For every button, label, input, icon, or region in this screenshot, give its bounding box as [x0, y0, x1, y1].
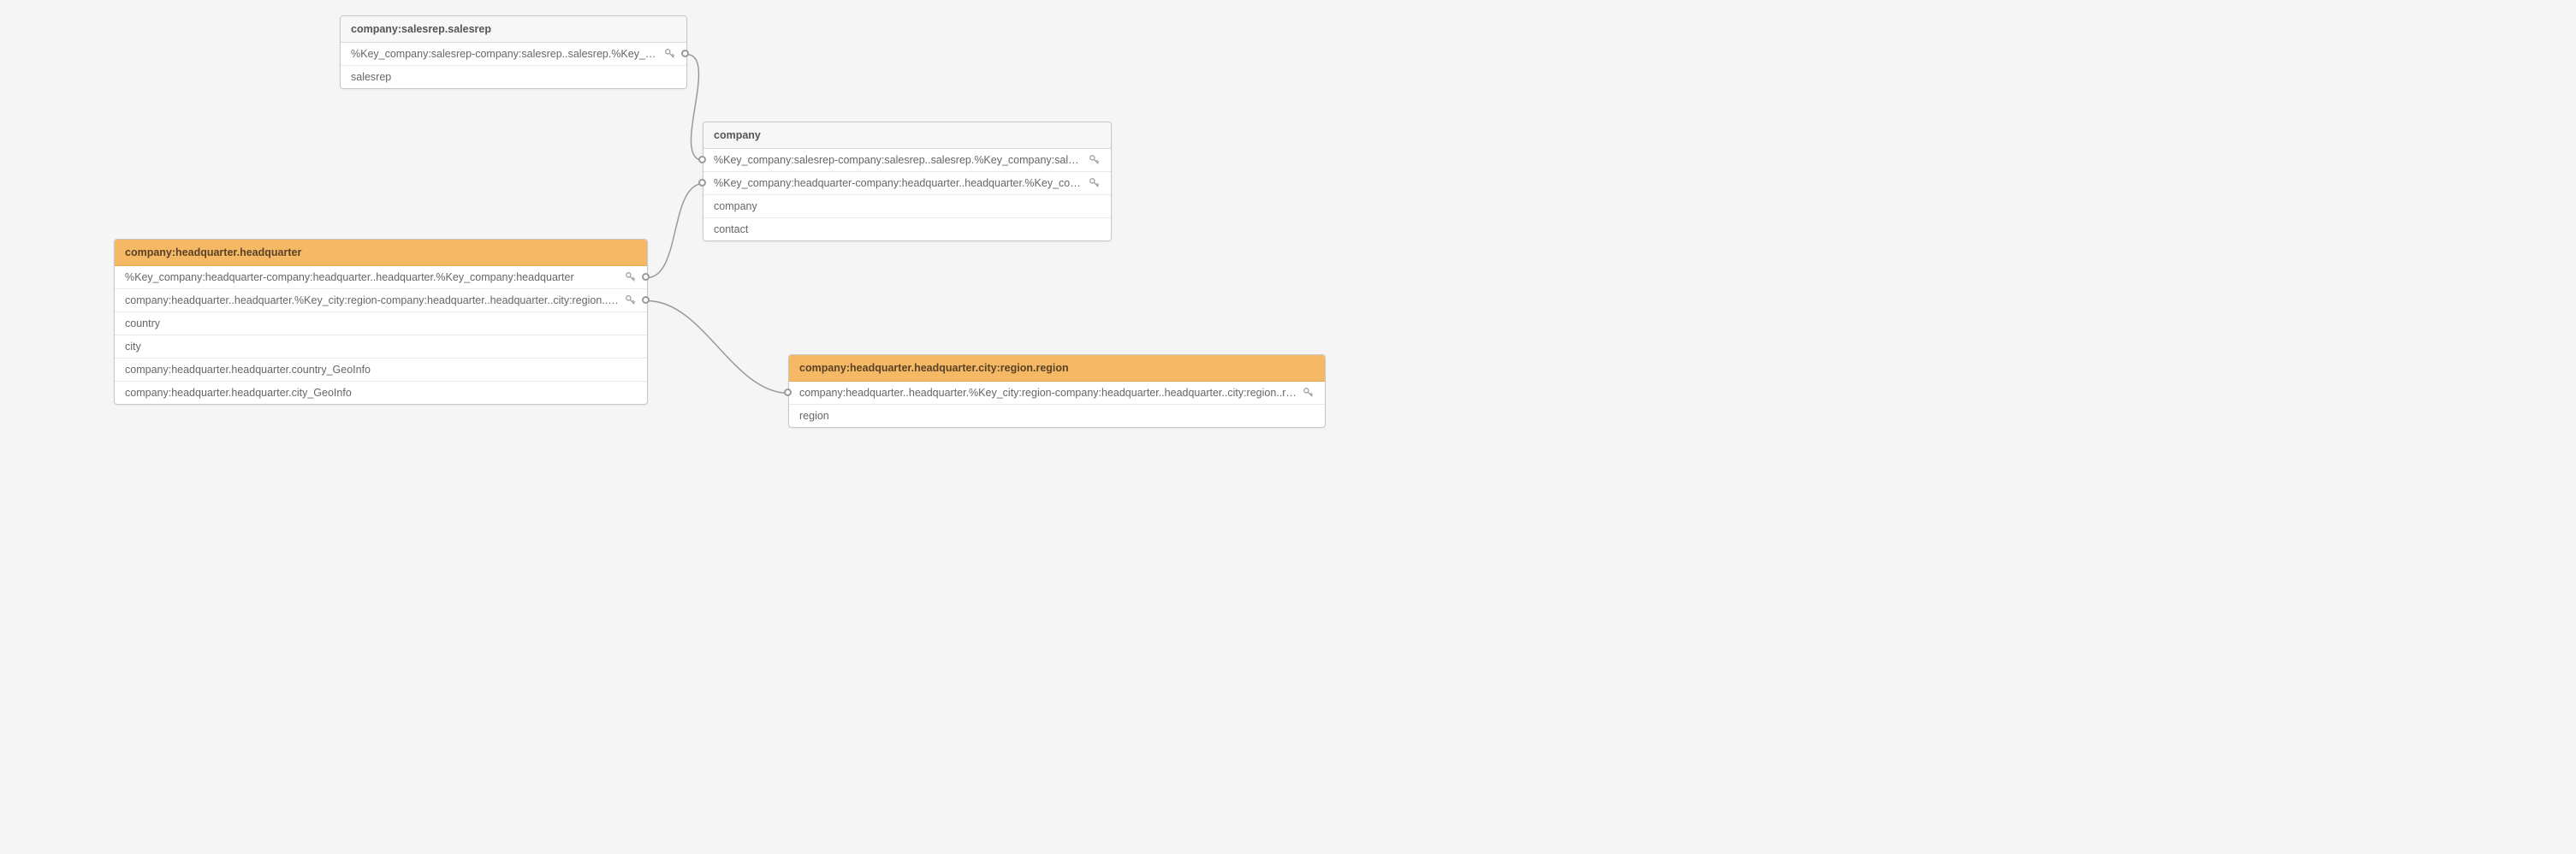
table-title: company:salesrep.salesrep: [351, 23, 491, 35]
field-label: %Key_company:salesrep-company:salesrep..…: [714, 154, 1083, 166]
table-header-salesrep[interactable]: company:salesrep.salesrep: [341, 16, 686, 43]
table-header-headquarter[interactable]: company:headquarter.headquarter: [115, 240, 647, 266]
field-label: country: [125, 317, 637, 329]
field-label: company:headquarter.headquarter.city_Geo…: [125, 387, 637, 399]
field-label: salesrep: [351, 71, 676, 83]
relationship-edge: [686, 55, 703, 161]
key-icon: [664, 48, 676, 60]
table-row[interactable]: company:headquarter..headquarter.%Key_ci…: [789, 382, 1325, 405]
key-icon: [1089, 154, 1101, 166]
field-label: contact: [714, 223, 1101, 235]
table-row[interactable]: city: [115, 335, 647, 359]
field-label: company:headquarter..headquarter.%Key_ci…: [125, 294, 620, 306]
table-row[interactable]: company:headquarter..headquarter.%Key_ci…: [115, 289, 647, 312]
connector-dot: [698, 179, 706, 187]
connector-dot: [698, 156, 706, 163]
field-label: %Key_company:headquarter-company:headqua…: [125, 271, 620, 283]
table-title: company:headquarter.headquarter: [125, 246, 301, 258]
field-label: region: [799, 410, 1315, 422]
key-icon: [625, 271, 637, 283]
table-row[interactable]: company: [703, 195, 1111, 218]
field-label: city: [125, 341, 637, 353]
table-company[interactable]: company %Key_company:salesrep-company:sa…: [703, 122, 1112, 241]
table-row[interactable]: %Key_company:salesrep-company:salesrep..…: [341, 43, 686, 66]
table-row[interactable]: %Key_company:salesrep-company:salesrep..…: [703, 149, 1111, 172]
connector-dot: [784, 388, 792, 396]
key-icon: [1303, 387, 1315, 399]
relationship-edge: [647, 301, 789, 394]
table-salesrep[interactable]: company:salesrep.salesrep %Key_company:s…: [340, 15, 687, 89]
table-row[interactable]: %Key_company:headquarter-company:headqua…: [703, 172, 1111, 195]
table-header-region[interactable]: company:headquarter.headquarter.city:reg…: [789, 355, 1325, 382]
field-label: %Key_company:salesrep-company:salesrep..…: [351, 48, 659, 60]
table-row[interactable]: company:headquarter.headquarter.country_…: [115, 359, 647, 382]
field-label: company:headquarter.headquarter.country_…: [125, 364, 637, 376]
table-row[interactable]: region: [789, 405, 1325, 427]
diagram-canvas[interactable]: company:salesrep.salesrep %Key_company:s…: [0, 0, 2576, 854]
table-title: company:headquarter.headquarter.city:reg…: [799, 362, 1069, 374]
table-header-company[interactable]: company: [703, 122, 1111, 149]
key-icon: [625, 294, 637, 306]
field-label: company: [714, 200, 1101, 212]
table-headquarter[interactable]: company:headquarter.headquarter %Key_com…: [114, 239, 648, 405]
table-row[interactable]: contact: [703, 218, 1111, 240]
connector-dot: [681, 50, 689, 57]
table-row[interactable]: country: [115, 312, 647, 335]
connector-dot: [642, 296, 650, 304]
field-label: %Key_company:headquarter-company:headqua…: [714, 177, 1083, 189]
table-row[interactable]: company:headquarter.headquarter.city_Geo…: [115, 382, 647, 404]
relationship-edge: [647, 184, 703, 278]
table-region[interactable]: company:headquarter.headquarter.city:reg…: [788, 354, 1326, 428]
field-label: company:headquarter..headquarter.%Key_ci…: [799, 387, 1297, 399]
key-icon: [1089, 177, 1101, 189]
table-title: company: [714, 129, 761, 141]
connector-dot: [642, 273, 650, 281]
table-row[interactable]: salesrep: [341, 66, 686, 88]
table-row[interactable]: %Key_company:headquarter-company:headqua…: [115, 266, 647, 289]
